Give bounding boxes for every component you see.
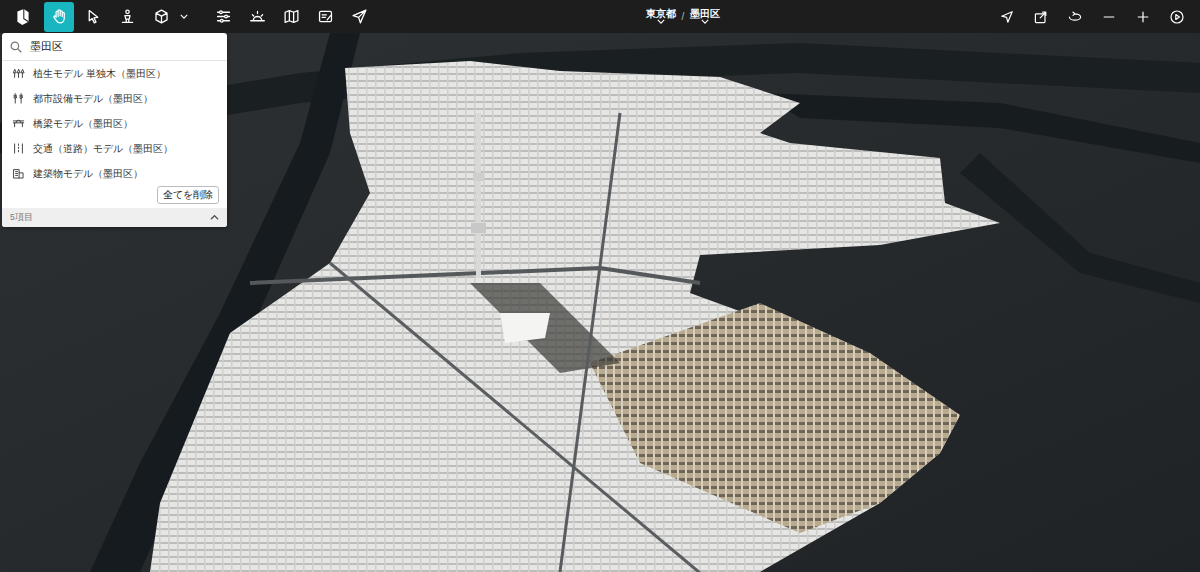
app-logo-icon[interactable] — [10, 2, 36, 32]
chevron-down-icon — [701, 19, 709, 24]
tree-icon — [12, 67, 25, 80]
bridge-icon — [12, 117, 25, 130]
layer-item[interactable]: 建築物モデル（墨田区） — [2, 161, 227, 186]
play-icon[interactable] — [1162, 2, 1192, 32]
zoom-out-icon[interactable] — [1094, 2, 1124, 32]
search-input[interactable] — [30, 38, 219, 55]
send-tool-icon[interactable] — [344, 2, 374, 32]
zoom-in-icon[interactable] — [1128, 2, 1158, 32]
layer-item[interactable]: 都市設備モデル（墨田区） — [2, 86, 227, 111]
breadcrumb-separator: / — [676, 9, 691, 24]
map-view[interactable]: 植生モデル 単独木（墨田区） 都市設備モデル（墨田区） 橋梁モデル（墨田区） 交通（道… — [0, 33, 1200, 572]
note-tool-icon[interactable] — [310, 2, 340, 32]
road-icon — [12, 142, 25, 155]
layer-item[interactable]: 植生モデル 単独木（墨田区） — [2, 61, 227, 86]
tool-group — [10, 2, 374, 32]
share-icon[interactable] — [1026, 2, 1056, 32]
rotate-icon[interactable] — [1060, 2, 1090, 32]
layer-label[interactable]: 建築物モデル（墨田区） — [33, 166, 143, 181]
pointer-tool-icon[interactable] — [78, 2, 108, 32]
collapse-chevron-icon[interactable] — [210, 213, 219, 222]
map-tool-icon[interactable] — [276, 2, 306, 32]
layer-item[interactable]: 交通（道路）モデル（墨田区） — [2, 136, 227, 161]
cube-tool-icon[interactable] — [146, 2, 176, 32]
layer-panel: 植生モデル 単独木（墨田区） 都市設備モデル（墨田区） 橋梁モデル（墨田区） 交通（道… — [2, 33, 227, 227]
chevron-down-icon — [180, 14, 188, 19]
breadcrumb-item[interactable]: 東京都 — [646, 9, 676, 24]
toolbar: 東京都/墨田区 — [0, 0, 1200, 33]
item-count: 5項目 — [10, 211, 33, 224]
dropdown-chevron-icon[interactable] — [180, 14, 188, 19]
breadcrumb-label[interactable]: 東京都 — [646, 9, 676, 19]
app: 東京都/墨田区 — [0, 0, 1200, 572]
layer-label[interactable]: 植生モデル 単独木（墨田区） — [33, 66, 166, 81]
breadcrumb-item[interactable]: 墨田区 — [690, 9, 720, 24]
breadcrumb-chevron-icon[interactable] — [657, 19, 665, 24]
layer-label[interactable]: 橋梁モデル（墨田区） — [33, 116, 133, 131]
compass-arrow-icon[interactable] — [992, 2, 1022, 32]
breadcrumb-label[interactable]: 墨田区 — [690, 9, 720, 19]
layer-label[interactable]: 都市設備モデル（墨田区） — [33, 91, 153, 106]
layer-item[interactable]: 橋梁モデル（墨田区） — [2, 111, 227, 136]
chevron-down-icon — [657, 19, 665, 24]
building-icon — [12, 167, 25, 180]
search-icon — [10, 41, 22, 53]
horizon-tool-icon[interactable] — [242, 2, 272, 32]
hand-tool-icon[interactable] — [44, 2, 74, 32]
view-controls — [992, 2, 1192, 32]
breadcrumb-chevron-icon[interactable] — [701, 19, 709, 24]
lamp-icon — [12, 92, 25, 105]
layer-list: 植生モデル 単独木（墨田区） 都市設備モデル（墨田区） 橋梁モデル（墨田区） 交通（道… — [2, 61, 227, 186]
search-box — [2, 33, 227, 61]
panel-footer[interactable]: 5項目 — [2, 208, 227, 227]
breadcrumb: 東京都/墨田区 — [374, 9, 992, 24]
sliders-tool-icon[interactable] — [208, 2, 238, 32]
clear-all-button[interactable]: 全てを削除 — [157, 186, 219, 204]
person-tool-icon[interactable] — [112, 2, 142, 32]
clear-row: 全てを削除 — [2, 186, 227, 208]
layer-label[interactable]: 交通（道路）モデル（墨田区） — [33, 141, 173, 156]
